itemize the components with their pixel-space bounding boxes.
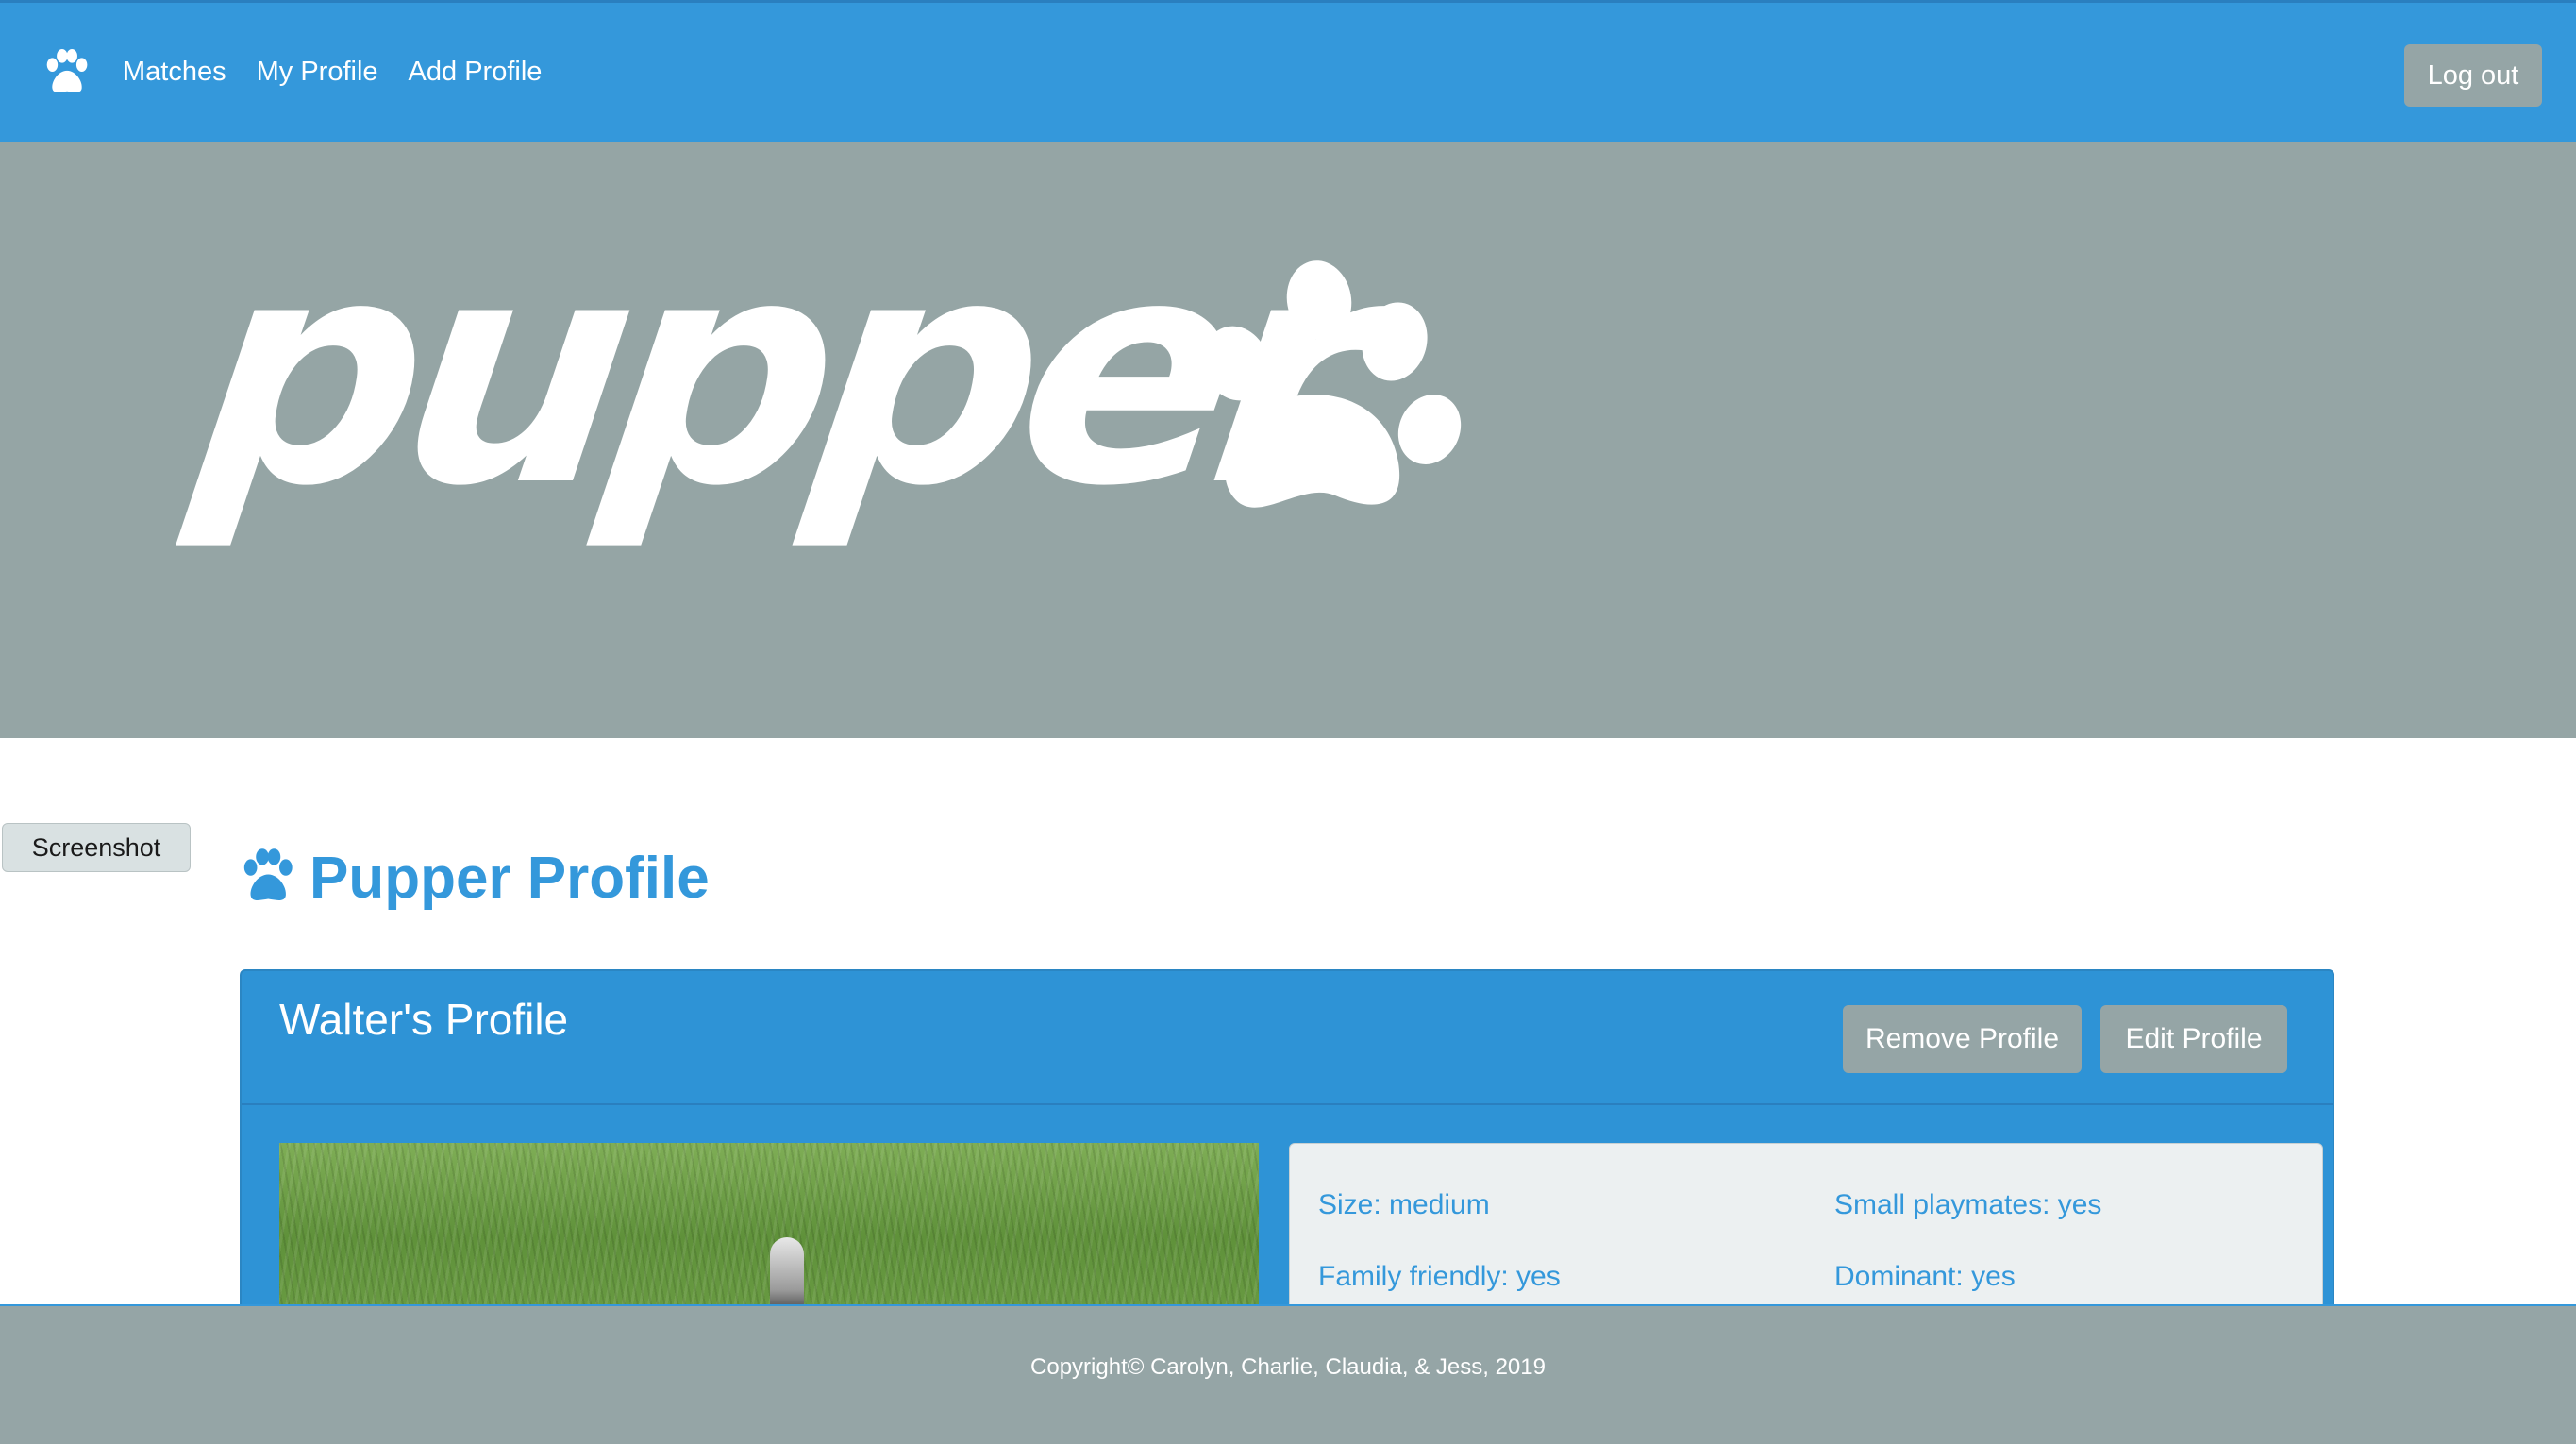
footer: Copyright© Carolyn, Charlie, Claudia, & … bbox=[0, 1304, 2576, 1444]
detail-dominant: Dominant: yes bbox=[1834, 1261, 2016, 1292]
detail-size: Size: medium bbox=[1318, 1189, 1490, 1220]
detail-small-playmates: Small playmates: yes bbox=[1834, 1189, 2102, 1220]
profile-card-title: Walter's Profile bbox=[279, 995, 569, 1044]
logout-button[interactable]: Log out bbox=[2404, 44, 2542, 107]
profile-card-header: Walter's Profile Remove Profile Edit Pro… bbox=[242, 971, 2333, 1105]
navbar: Matches My Profile Add Profile Log out bbox=[0, 0, 2576, 142]
edit-profile-button[interactable]: Edit Profile bbox=[2100, 1005, 2287, 1073]
paw-icon bbox=[238, 848, 296, 907]
nav-link-matches[interactable]: Matches bbox=[123, 57, 226, 88]
profile-details-panel: Size: medium Small playmates: yes Family… bbox=[1289, 1143, 2323, 1332]
hero-banner: pupper Screenshot bbox=[0, 142, 2576, 872]
footer-copyright: Copyright© Carolyn, Charlie, Claudia, & … bbox=[1030, 1354, 1546, 1380]
dog-photo-subject bbox=[770, 1237, 804, 1313]
screenshot-button[interactable]: Screenshot bbox=[2, 823, 191, 872]
page-title-text: Pupper Profile bbox=[309, 845, 710, 911]
page-title: Pupper Profile bbox=[238, 838, 710, 917]
nav-link-add-profile[interactable]: Add Profile bbox=[409, 57, 543, 88]
nav-link-my-profile[interactable]: My Profile bbox=[257, 57, 378, 88]
paw-icon[interactable] bbox=[42, 45, 96, 100]
dog-photo bbox=[279, 1143, 1259, 1332]
remove-profile-button[interactable]: Remove Profile bbox=[1843, 1005, 2082, 1073]
paw-icon bbox=[1203, 260, 1462, 508]
detail-family-friendly: Family friendly: yes bbox=[1318, 1261, 1561, 1292]
pupper-logo: pupper bbox=[177, 192, 1462, 595]
